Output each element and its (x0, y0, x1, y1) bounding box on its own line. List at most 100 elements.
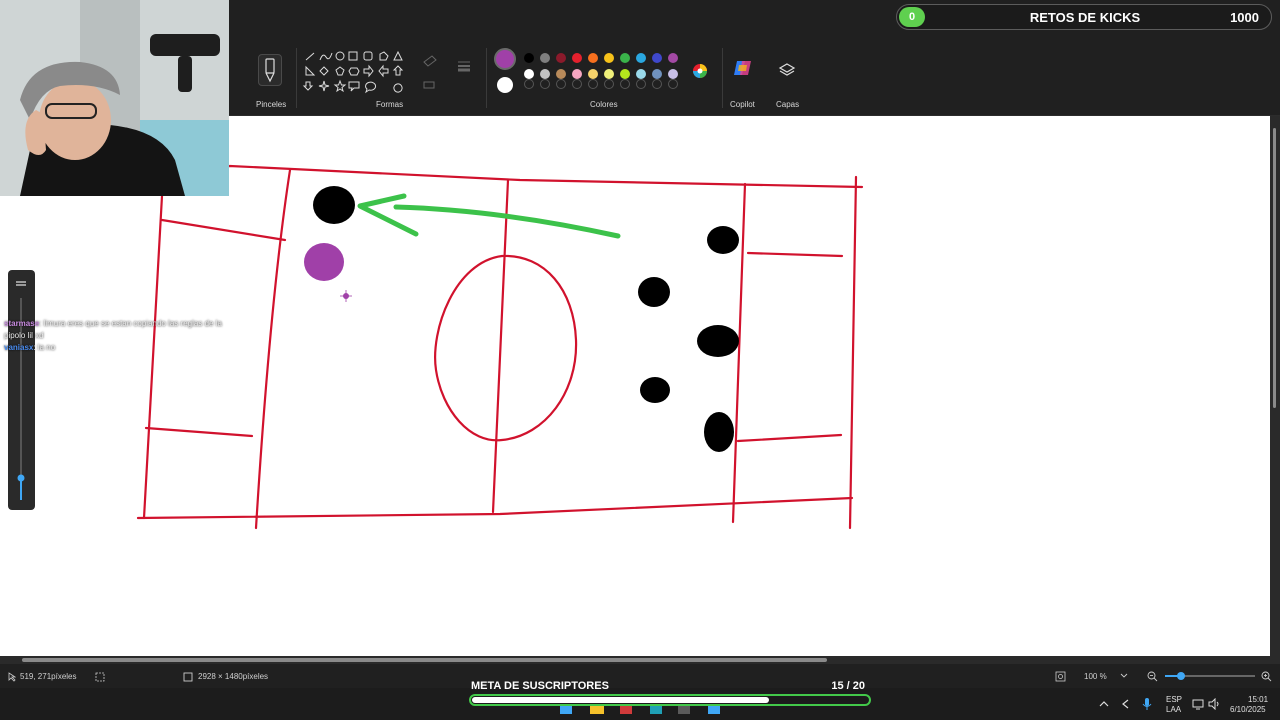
streamer-webcam-image (0, 0, 229, 196)
shapes-gallery[interactable] (302, 50, 406, 96)
horizontal-scrollbar[interactable] (0, 656, 1280, 664)
network-icon[interactable] (1192, 698, 1204, 710)
tray-overflow-chevron-icon[interactable] (1099, 700, 1109, 708)
color-swatch[interactable] (668, 53, 678, 63)
divider (486, 48, 487, 108)
color-swatch[interactable] (652, 53, 662, 63)
selection-size-icon (95, 672, 105, 682)
selected-color-primary[interactable] (494, 48, 516, 70)
cloud-callout-shape-icon (393, 83, 403, 93)
size-icon[interactable] (456, 58, 472, 74)
chat-username: starmase (4, 319, 40, 328)
color-swatch[interactable] (524, 53, 534, 63)
app-tray-icon[interactable] (1120, 699, 1132, 709)
microphone-icon[interactable] (1142, 697, 1152, 711)
right-arrow-shape-icon (363, 64, 374, 78)
paint-window: 0 RETOS DE KICKS 1000 Pinceles Formas Co… (0, 0, 1280, 720)
horizontal-scroll-thumb[interactable] (22, 658, 827, 662)
divider (722, 48, 723, 108)
zoom-level[interactable]: 100 % (1084, 672, 1107, 681)
down-arrow-shape-icon (302, 81, 314, 91)
cursor-position: 519, 271píxeles (20, 672, 77, 681)
shape-outline-icon[interactable] (420, 52, 450, 94)
color-swatch[interactable] (540, 69, 550, 79)
custom-color-slot[interactable] (620, 79, 630, 89)
chat-username: vaniasx (4, 343, 34, 352)
brush-icon (265, 58, 275, 83)
color-swatch[interactable] (524, 69, 534, 79)
color-palette[interactable] (520, 48, 690, 90)
center-circle (434, 254, 578, 442)
pass-arrow-head (357, 193, 419, 237)
line-shape-icon (305, 52, 315, 61)
zoom-in-icon[interactable] (1261, 671, 1272, 682)
vertical-scroll-thumb[interactable] (1273, 128, 1276, 408)
custom-color-slot[interactable] (604, 79, 614, 89)
football-pitch-drawing (136, 164, 864, 530)
layers-label: Capas (776, 100, 800, 109)
color-swatch[interactable] (636, 69, 646, 79)
language-indicator[interactable]: ESP (1166, 695, 1182, 704)
clock-time[interactable]: 15:01 (1248, 695, 1268, 704)
custom-color-slot[interactable] (572, 79, 582, 89)
color-swatch[interactable] (540, 53, 550, 63)
pitch-left-line (142, 194, 164, 520)
color-swatch[interactable] (652, 69, 662, 79)
subscriber-goal-track (469, 694, 871, 706)
ball-dot (304, 243, 344, 281)
color-swatch[interactable] (572, 53, 582, 63)
color-swatch[interactable] (620, 69, 630, 79)
volume-icon[interactable] (1208, 698, 1220, 710)
language-layout[interactable]: LAA (1166, 705, 1181, 714)
brushes-label: Pinceles (256, 100, 287, 109)
color-swatch[interactable] (636, 53, 646, 63)
layers-icon[interactable] (778, 62, 796, 78)
brushes-button[interactable] (258, 54, 282, 86)
fit-to-window-icon[interactable] (1055, 671, 1066, 682)
custom-color-slot[interactable] (540, 79, 550, 89)
curve-shape-icon (319, 52, 333, 61)
zoom-slider-thumb (1177, 672, 1185, 680)
canvas-size-icon (183, 672, 193, 682)
clock-date[interactable]: 6/10/2025 (1230, 705, 1266, 714)
custom-color-slot[interactable] (588, 79, 598, 89)
chat-message: starmase: limura eres que se estan copia… (4, 318, 244, 342)
canvas-size: 2928 × 1480píxeles (198, 672, 269, 681)
color-swatch[interactable] (572, 69, 582, 79)
custom-color-slot[interactable] (556, 79, 566, 89)
triangle-shape-icon (393, 50, 403, 61)
kicks-title: RETOS DE KICKS (1029, 10, 1141, 25)
color-swatch[interactable] (588, 53, 598, 63)
color-swatch[interactable] (556, 53, 566, 63)
custom-color-slot[interactable] (668, 79, 678, 89)
left-box-bottom (144, 426, 254, 438)
colors-label: Colores (590, 100, 618, 109)
edit-colors-icon[interactable] (691, 62, 709, 80)
color-swatch[interactable] (604, 53, 614, 63)
left-box-top (160, 218, 287, 242)
player-dot (704, 412, 734, 452)
custom-color-slot[interactable] (636, 79, 646, 89)
zoom-dropdown-chevron-icon[interactable] (1120, 673, 1128, 679)
color-swatch[interactable] (668, 69, 678, 79)
four-point-star-shape-icon (318, 80, 330, 92)
vertical-scrollbar[interactable] (1270, 116, 1280, 656)
subscriber-goal-count: 15 / 20 (831, 680, 865, 692)
color-swatch[interactable] (620, 53, 630, 63)
selected-color-secondary[interactable] (497, 77, 513, 93)
color-swatch[interactable] (556, 69, 566, 79)
brush-cursor-icon (340, 290, 352, 302)
volume-slider[interactable] (8, 270, 35, 510)
player-dot (697, 325, 739, 357)
color-swatch[interactable] (588, 69, 598, 79)
shapes-label: Formas (376, 100, 404, 109)
custom-color-slot[interactable] (652, 79, 662, 89)
chat-message: vaniasx: la no (4, 342, 244, 354)
kicks-challenge-bar: 0 RETOS DE KICKS 1000 (896, 4, 1272, 30)
custom-color-slot[interactable] (524, 79, 534, 89)
drawing-canvas[interactable] (0, 116, 1270, 656)
color-swatch[interactable] (604, 69, 614, 79)
zoom-out-icon[interactable] (1147, 671, 1158, 682)
zoom-slider[interactable] (1165, 671, 1255, 681)
copilot-icon[interactable] (733, 59, 753, 77)
